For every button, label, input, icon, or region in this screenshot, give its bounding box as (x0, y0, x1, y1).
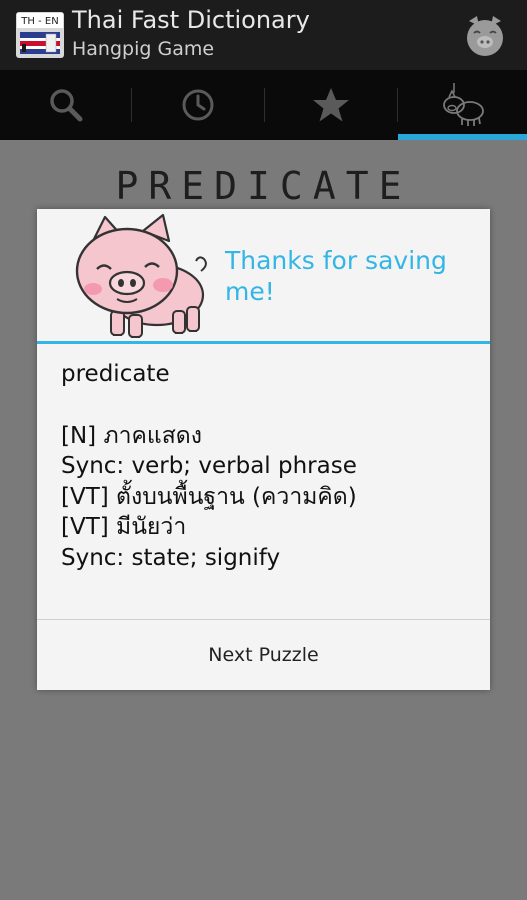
dialog-title: Thanks for saving me! (225, 246, 447, 306)
definition-line: [VT] ตั้งบนพื้นฐาน (ความคิด) (61, 483, 357, 510)
definition-line: [N] ภาคแสดง (61, 422, 202, 449)
app-logo-text: TH - EN (20, 16, 58, 27)
search-icon (49, 89, 82, 122)
dialog-header: Thanks for saving me! (37, 209, 490, 341)
tab-favorites[interactable] (265, 70, 396, 140)
tab-search[interactable] (0, 70, 131, 140)
tab-hangpig[interactable] (398, 70, 527, 140)
hangpig-icon (442, 83, 484, 126)
app-title: Thai Fast Dictionary (72, 6, 310, 34)
tab-history[interactable] (132, 70, 263, 140)
definition-line: Sync: state; signify (61, 544, 281, 571)
history-clock-icon (182, 89, 213, 121)
puzzle-word: PREDICATE (115, 164, 412, 208)
pig-face-icon[interactable] (462, 12, 508, 58)
selected-tab-indicator (398, 134, 527, 140)
app-logo-icon[interactable]: TH - EN (16, 12, 64, 58)
star-icon (312, 88, 349, 122)
app-subtitle: Hangpig Game (72, 38, 215, 60)
dialog-title-divider (37, 341, 490, 344)
definition-line: Sync: verb; verbal phrase (61, 453, 357, 479)
definition-panel: predicate [N] ภาคแสดง Sync: verb; verbal… (61, 359, 471, 573)
next-puzzle-button[interactable]: Next Puzzle (37, 620, 490, 690)
tab-bar (0, 70, 527, 140)
definition-line: [VT] มีนัยว่า (61, 514, 187, 540)
pig-illustration-icon (75, 213, 207, 338)
result-dialog: Thanks for saving me! predicate [N] ภาคแ… (37, 209, 490, 690)
action-bar: TH - EN Thai Fast Dictionary Hangpig Gam… (0, 0, 527, 70)
definition-word: predicate (61, 361, 170, 387)
